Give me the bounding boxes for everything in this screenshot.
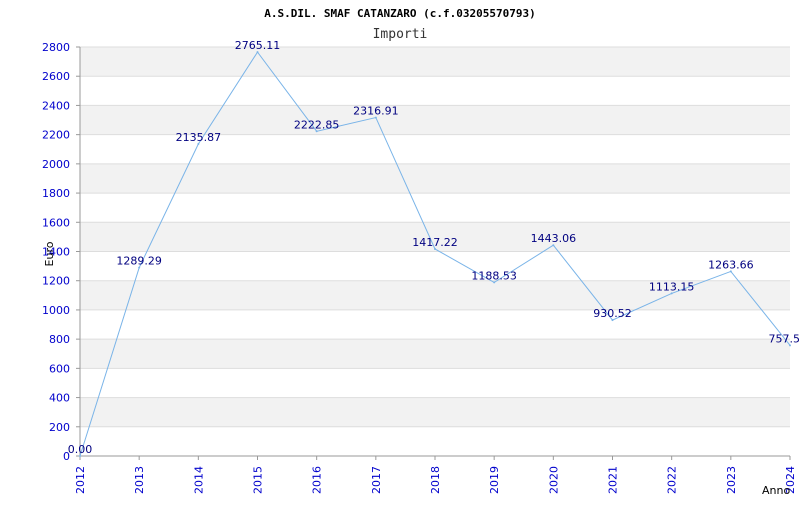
chart-container: 0200400600800100012001400160018002000220… — [0, 0, 800, 500]
chart-subtitle: Importi — [373, 27, 428, 42]
y-tick-label: 800 — [49, 333, 70, 346]
x-tick-label: 2018 — [429, 466, 442, 494]
x-tick-label: 2022 — [666, 466, 679, 494]
data-label: 930.52 — [593, 307, 632, 320]
data-label: 1188.53 — [471, 269, 517, 282]
chart-title: A.S.DIL. SMAF CATANZARO (c.f.03205570793… — [264, 7, 536, 20]
y-tick-label: 1000 — [42, 304, 70, 317]
data-label: 2765.11 — [235, 39, 281, 52]
x-tick-label: 2020 — [547, 466, 560, 494]
y-tick-label: 600 — [49, 362, 70, 375]
x-tick-label: 2014 — [192, 466, 205, 494]
data-label: 1263.66 — [708, 258, 754, 271]
background-band — [80, 339, 790, 368]
data-label: 0.00 — [68, 443, 93, 456]
x-tick-labels: 2012 2013 2014 2015 2016 2017 2018 2019 2020 2021… — [74, 456, 797, 494]
x-tick-label: 2017 — [370, 466, 383, 494]
background-band — [80, 47, 790, 76]
x-tick-label: 2019 — [488, 466, 501, 494]
x-tick-label: 2015 — [252, 466, 265, 494]
y-tick-label: 1800 — [42, 187, 70, 200]
y-tick-label: 2400 — [42, 99, 70, 112]
x-tick-label: 2021 — [607, 466, 620, 494]
y-tick-label: 2600 — [42, 70, 70, 83]
x-tick-label: 2012 — [74, 466, 87, 494]
data-label: 1289.29 — [116, 255, 162, 268]
data-label: 1443.06 — [531, 232, 577, 245]
data-label: 2316.91 — [353, 105, 399, 118]
y-tick-label: 400 — [49, 392, 70, 405]
data-label: 1417.22 — [412, 236, 458, 249]
background-band — [80, 398, 790, 427]
y-tick-label: 1600 — [42, 216, 70, 229]
data-label: 1113.15 — [649, 280, 695, 293]
x-tick-label: 2016 — [311, 466, 324, 494]
y-tick-label: 200 — [49, 421, 70, 434]
y-tick-label: 2800 — [42, 41, 70, 54]
x-tick-label: 2023 — [725, 466, 738, 494]
data-label: 757.5 — [769, 332, 800, 345]
y-axis-label: Euro — [43, 241, 56, 266]
y-tick-label: 1200 — [42, 275, 70, 288]
y-tick-label: 2000 — [42, 158, 70, 171]
y-tick-label: 2200 — [42, 129, 70, 142]
line-chart: 0200400600800100012001400160018002000220… — [0, 0, 800, 500]
x-tick-label: 2013 — [133, 466, 146, 494]
data-label: 2222.85 — [294, 118, 340, 131]
data-label: 2135.87 — [176, 131, 222, 144]
x-axis-label: Anno — [762, 484, 790, 497]
